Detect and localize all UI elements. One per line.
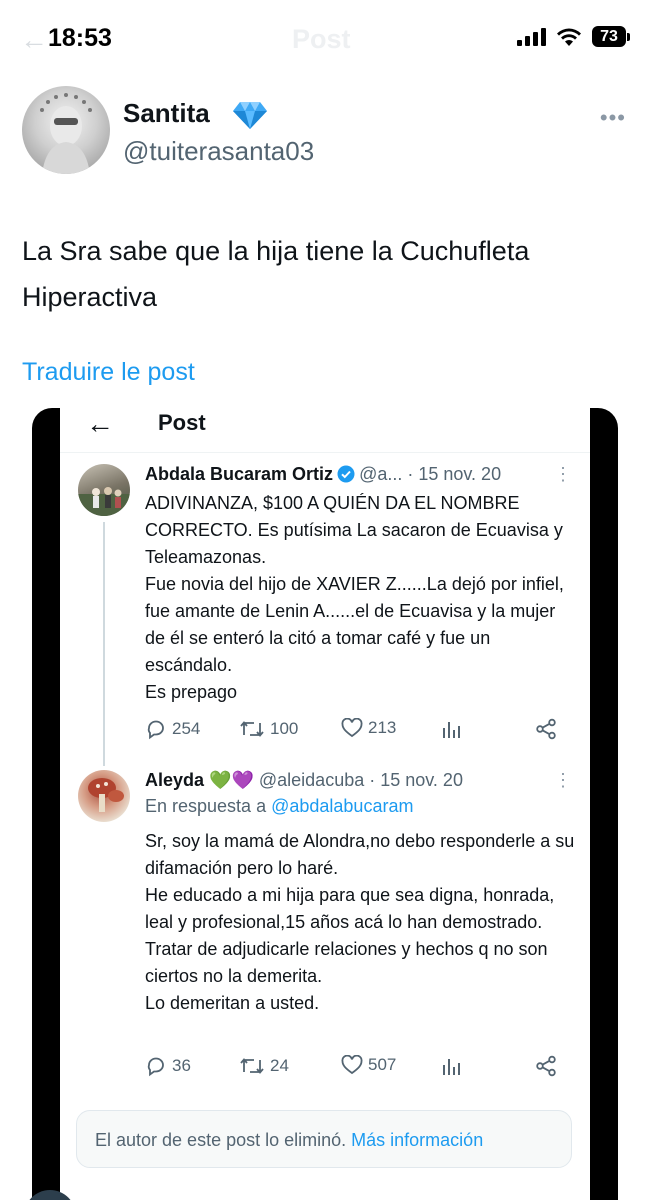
deleted-post-notice: El autor de este post lo eliminó. Más in… xyxy=(76,1110,572,1168)
ghost-page-title: Post xyxy=(292,24,351,54)
reply-handle: @abdalabucaram xyxy=(271,796,414,816)
reply-icon xyxy=(147,1057,164,1077)
views-chart-icon xyxy=(443,722,460,738)
tweet-header: Aleyda 💚💜 @aleidacuba · 15 nov. 20 xyxy=(145,770,463,791)
like-action: 507 xyxy=(341,1055,396,1075)
like-count: 213 xyxy=(368,718,397,737)
share-action xyxy=(535,1055,557,1077)
verified-badge-icon xyxy=(337,465,355,483)
tweet-avatar xyxy=(78,464,130,516)
deleted-notice-text: El autor de este post lo eliminó. xyxy=(95,1130,347,1150)
tweet-meta: @aleidacuba · 15 nov. 20 xyxy=(258,770,463,790)
thread-line xyxy=(103,522,105,766)
share-action xyxy=(535,718,557,740)
embedded-page-title: Post xyxy=(158,410,206,435)
retweet-action: 24 xyxy=(239,1055,289,1077)
heart-icon xyxy=(341,718,363,738)
back-arrow-icon[interactable]: ← xyxy=(20,24,48,56)
reply-action: 36 xyxy=(145,1055,191,1077)
status-bar: ← 18:53 Post 73 xyxy=(0,0,650,78)
wifi-icon xyxy=(557,28,581,46)
embedded-post-view: ← Post Abdala Bucaram Ortiz @a... · 15 no… xyxy=(60,408,590,1200)
author-handle[interactable]: @tuiterasanta03 xyxy=(123,136,314,167)
views-action xyxy=(441,718,461,740)
like-action: 213 xyxy=(341,718,396,738)
tweet-author-name: Aleyda 💚💜 xyxy=(145,770,254,790)
battery-level: 73 xyxy=(592,26,626,47)
tweet-body: ADIVINANZA, $100 A QUIÉN DA EL NOMBRE CO… xyxy=(145,493,564,702)
heart-icon xyxy=(341,1055,363,1075)
status-icons: 73 xyxy=(517,26,630,47)
embedded-back-arrow-icon: ← xyxy=(86,408,114,439)
signal-icon xyxy=(517,27,546,46)
retweet-count: 24 xyxy=(270,1056,289,1075)
embedded-screenshot: ← Post Abdala Bucaram Ortiz @a... · 15 no… xyxy=(32,408,618,1200)
post-text: La Sra sabe que la hija tiene la Cuchufl… xyxy=(22,236,530,312)
tweet-actions: 254 100 213 xyxy=(145,718,575,744)
share-icon xyxy=(536,1055,556,1077)
retweet-count: 100 xyxy=(270,719,299,738)
tweet-body: Sr, soy la mamá de Alondra,no debo respo… xyxy=(145,831,575,1013)
retweet-icon xyxy=(240,1058,264,1074)
translate-post-link[interactable]: Traduire le post xyxy=(22,358,195,387)
reply-prefix: En respuesta a xyxy=(145,796,272,816)
more-info-link: Más información xyxy=(351,1130,484,1150)
share-icon xyxy=(536,718,556,740)
tweet-more-icon: ⋮ xyxy=(554,770,572,790)
battery-icon: 73 xyxy=(592,26,630,47)
tweet-author-name: Abdala Bucaram Ortiz xyxy=(145,464,334,484)
diamond-icon xyxy=(233,102,267,129)
status-time: 18:53 xyxy=(48,24,112,52)
tweet-actions: 36 24 507 xyxy=(145,1055,575,1081)
views-chart-icon xyxy=(443,1059,460,1075)
retweet-icon xyxy=(240,721,264,737)
tweet-avatar xyxy=(78,770,130,822)
tweet-more-icon: ⋮ xyxy=(554,464,572,484)
tweet-header: Abdala Bucaram Ortiz @a... · 15 nov. 20 xyxy=(145,464,501,485)
author-name[interactable]: Santita xyxy=(123,98,210,129)
like-count: 507 xyxy=(368,1055,397,1074)
reply-count: 254 xyxy=(172,719,201,738)
tweet-meta: @a... · 15 nov. 20 xyxy=(359,464,502,484)
reply-action: 254 xyxy=(145,718,200,740)
retweet-action: 100 xyxy=(239,718,298,740)
reply-context: En respuesta a @abdalabucaram xyxy=(145,796,413,817)
reply-icon xyxy=(147,720,164,740)
views-action xyxy=(441,1055,461,1077)
reply-count: 36 xyxy=(172,1056,191,1075)
divider xyxy=(60,452,590,453)
more-options-icon[interactable]: ••• xyxy=(600,105,626,131)
author-avatar[interactable] xyxy=(22,86,110,174)
